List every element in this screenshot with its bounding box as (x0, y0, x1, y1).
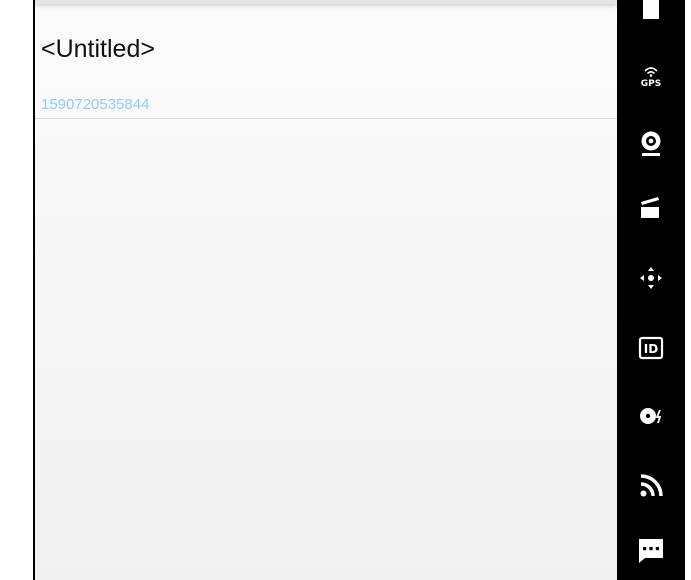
header-divider (35, 118, 617, 119)
gps-icon: GPS (641, 67, 661, 88)
gps-button[interactable]: GPS (617, 52, 685, 100)
app-top-bar (35, 0, 617, 4)
battery-button[interactable] (617, 0, 685, 30)
document-view: <Untitled> 1590720535844 (35, 0, 617, 580)
clapperboard-icon (641, 197, 659, 218)
cast-icon (640, 474, 663, 497)
left-margin (0, 0, 34, 580)
dpad-button[interactable] (617, 254, 685, 302)
right-margin (685, 0, 691, 580)
document-id: 1590720535844 (41, 96, 150, 113)
webcam-icon (641, 131, 661, 156)
emulator-screen: <Untitled> 1590720535844 GPS ID (0, 0, 691, 580)
battery-icon (643, 0, 659, 19)
device-id-button[interactable]: ID (617, 324, 685, 372)
id-label: ID (644, 342, 658, 356)
emulator-side-toolbar: GPS ID (617, 0, 685, 580)
id-icon: ID (638, 336, 664, 360)
camera-button[interactable] (617, 120, 685, 168)
more-options-button[interactable] (617, 526, 685, 574)
document-title[interactable]: <Untitled> (41, 34, 155, 64)
screen-record-button[interactable] (617, 184, 685, 232)
dpad-icon (640, 267, 662, 289)
disc-power-icon (640, 408, 662, 424)
cast-button[interactable] (617, 462, 685, 510)
more-icon (639, 539, 663, 563)
gps-label: GPS (641, 79, 661, 88)
disc-power-button[interactable] (617, 392, 685, 440)
